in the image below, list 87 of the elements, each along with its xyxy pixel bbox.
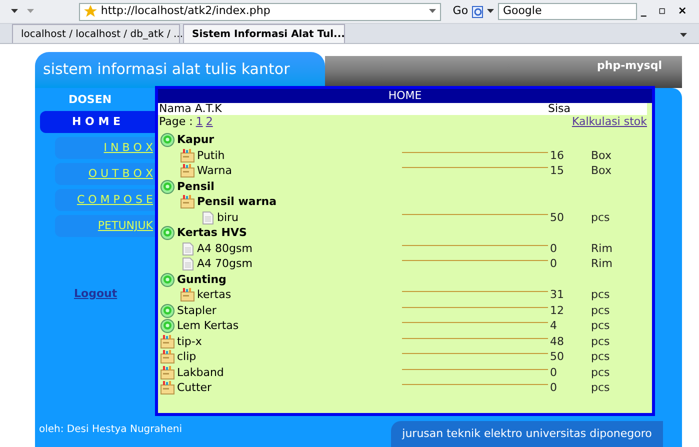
stock-count: 15 bbox=[549, 163, 565, 178]
stock-unit: pcs bbox=[591, 364, 610, 380]
paper-icon bbox=[200, 210, 215, 225]
disc-icon bbox=[160, 225, 175, 240]
paper-icon bbox=[180, 256, 195, 272]
stock-count: 48 bbox=[549, 334, 565, 349]
box-icon bbox=[180, 194, 195, 210]
stock-count: 50 bbox=[549, 210, 565, 225]
stock-unit: pcs bbox=[591, 334, 610, 349]
stock-unit: pcs bbox=[591, 349, 610, 364]
page-link[interactable]: 1 bbox=[196, 114, 203, 131]
logout-link[interactable]: Logout bbox=[74, 286, 155, 302]
sidebar-heading: DOSEN bbox=[67, 92, 113, 106]
back-caret-icon[interactable] bbox=[8, 9, 20, 14]
dropdown-caret-icon[interactable] bbox=[428, 9, 436, 14]
stock-count: 16 bbox=[549, 148, 565, 163]
stock-unit: pcs bbox=[591, 210, 610, 225]
item-name: biru bbox=[217, 210, 239, 225]
item-name: Pensil bbox=[177, 178, 214, 194]
disc-icon bbox=[160, 318, 175, 334]
stock-count: 0 bbox=[549, 380, 558, 396]
browser-tab[interactable]: Sistem Informasi Alat Tul... bbox=[183, 24, 345, 43]
stock-count: 4 bbox=[549, 318, 558, 334]
disc-icon bbox=[160, 178, 175, 194]
item-name: Putih bbox=[197, 148, 225, 163]
box-icon bbox=[160, 349, 175, 364]
stock-count: 0 bbox=[549, 364, 558, 380]
disc-icon bbox=[160, 272, 175, 287]
caret-icon[interactable] bbox=[486, 9, 494, 14]
institution-banner: jurusan teknik elektro universitas diponegoro bbox=[391, 421, 663, 447]
item-name: tip-x bbox=[177, 334, 202, 349]
stock-unit: pcs bbox=[591, 302, 610, 318]
google-icon bbox=[472, 6, 483, 18]
stock-count: 31 bbox=[549, 287, 565, 302]
item-name: Pensil warna bbox=[197, 194, 277, 210]
item-name: Warna bbox=[197, 163, 232, 178]
box-icon bbox=[180, 163, 195, 178]
page-label: Page : bbox=[159, 114, 193, 130]
panel-title: HOME bbox=[158, 89, 652, 103]
window-button[interactable]: × bbox=[678, 3, 687, 20]
stock-count: 0 bbox=[549, 240, 558, 256]
stock-unit: Rim bbox=[591, 240, 612, 256]
item-name: Lakband bbox=[177, 364, 224, 380]
stock-count: 12 bbox=[549, 302, 565, 318]
author-credit: oleh: Desi Hestya Nugraheni bbox=[38, 423, 183, 437]
box-icon bbox=[160, 364, 175, 380]
url-field[interactable]: http://localhost/atk2/index.php bbox=[78, 2, 441, 20]
item-name: A4 70gsm bbox=[197, 256, 252, 272]
column-header: Nama A.T.K bbox=[158, 103, 223, 115]
item-name: kertas bbox=[197, 287, 232, 302]
box-icon bbox=[160, 334, 175, 349]
stock-unit: pcs bbox=[591, 287, 610, 302]
nav-item[interactable]: H O M E bbox=[40, 111, 155, 133]
stock-unit: Box bbox=[591, 148, 612, 163]
stock-unit: Box bbox=[591, 163, 612, 178]
header-banner: sistem informasi alat tulis kantor bbox=[35, 52, 325, 88]
stock-unit: pcs bbox=[591, 380, 610, 396]
column-header: Sisa bbox=[548, 103, 571, 115]
window-button[interactable]: ▫ bbox=[658, 3, 666, 20]
search-field[interactable]: Google bbox=[498, 3, 637, 20]
window-button[interactable]: _ bbox=[640, 3, 646, 20]
disc-icon bbox=[160, 302, 175, 318]
star-icon bbox=[84, 5, 97, 18]
box-icon bbox=[160, 380, 175, 396]
item-name: Kertas HVS bbox=[177, 225, 247, 240]
stock-count: 50 bbox=[549, 349, 565, 364]
box-icon bbox=[180, 148, 195, 163]
item-name: A4 80gsm bbox=[197, 240, 252, 256]
item-name: Kapur bbox=[177, 132, 214, 148]
item-name: Gunting bbox=[177, 272, 226, 287]
tab-title: Sistem Informasi Alat Tul... bbox=[192, 28, 345, 42]
calc-link[interactable]: Kalkulasi stok bbox=[572, 114, 647, 131]
stock-count: 0 bbox=[549, 256, 558, 272]
paper-icon bbox=[180, 240, 195, 256]
tagline: php-mysql bbox=[597, 58, 662, 74]
tab-list-caret-icon[interactable] bbox=[680, 33, 687, 38]
browser-tab[interactable]: localhost / localhost / db_atk / ... bbox=[12, 24, 180, 43]
disc-icon bbox=[160, 132, 175, 148]
item-name: Lem Kertas bbox=[177, 318, 239, 334]
item-name: Stapler bbox=[177, 302, 216, 318]
stock-unit: pcs bbox=[591, 318, 610, 334]
box-icon bbox=[180, 287, 195, 302]
page-link[interactable]: 2 bbox=[206, 114, 213, 131]
item-name: Cutter bbox=[177, 380, 212, 396]
go-button[interactable]: Go bbox=[452, 3, 468, 20]
item-name: clip bbox=[177, 349, 196, 364]
stock-unit: Rim bbox=[591, 256, 612, 272]
